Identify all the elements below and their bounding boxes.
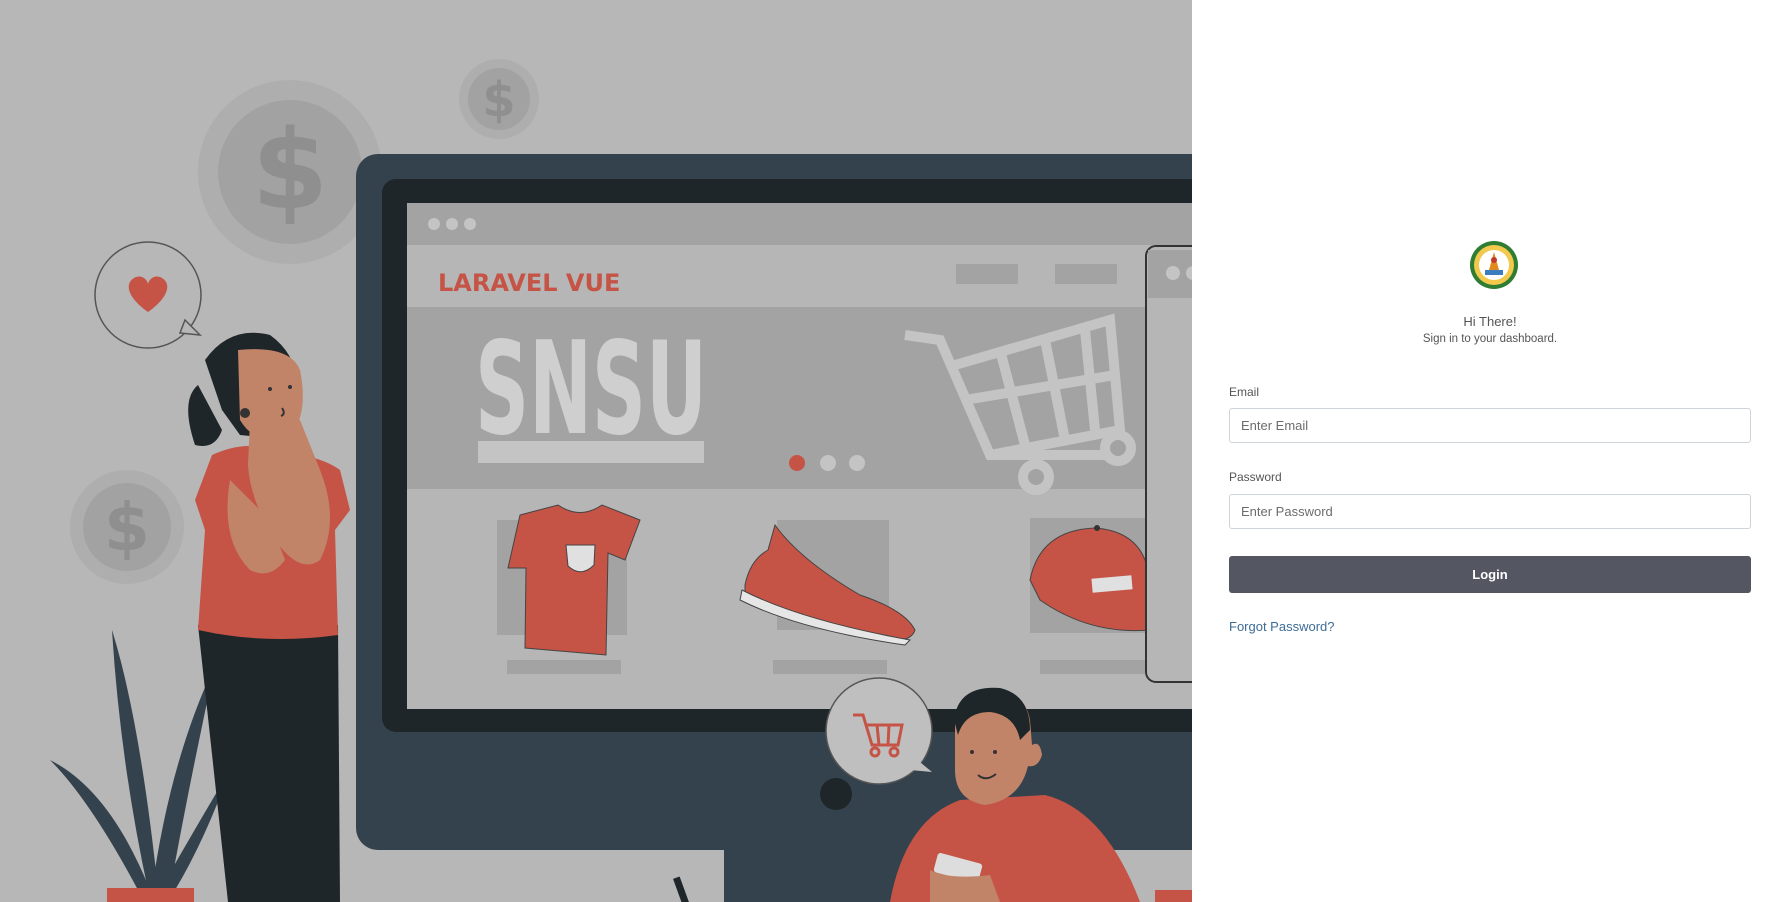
login-button[interactable]: Login (1229, 556, 1751, 593)
login-page: $ $ $ LARAVEL VUE SNSU Hi There! Sign in… (0, 0, 1788, 902)
svg-text:$: $ (482, 72, 515, 128)
banner-text: SNSU (475, 315, 707, 464)
greeting-text: Hi There! (1463, 314, 1517, 329)
subtitle-text: Sign in to your dashboard. (1422, 333, 1558, 345)
heart-bubble-icon (94, 241, 203, 349)
password-label: Password (1229, 470, 1282, 484)
cart-bubble-icon (825, 677, 933, 785)
password-field[interactable] (1229, 494, 1751, 529)
coin-icon: $ (198, 80, 382, 264)
monitor-illustration (356, 154, 1192, 902)
university-seal-logo-icon (1470, 241, 1518, 289)
email-label: Email (1229, 385, 1260, 399)
woman-illustration (188, 332, 350, 902)
svg-text:$: $ (104, 489, 150, 566)
forgot-password-link[interactable]: Forgot Password? (1229, 619, 1335, 634)
brand-text: LARAVEL VUE (438, 269, 620, 297)
svg-text:$: $ (252, 106, 329, 234)
coin-icon: $ (459, 59, 539, 139)
email-field[interactable] (1229, 408, 1751, 443)
coin-icon: $ (70, 470, 184, 584)
login-panel: Hi There! Sign in to your dashboard. Ema… (1192, 0, 1788, 902)
hero-illustration: $ $ $ LARAVEL VUE SNSU (0, 0, 1192, 902)
